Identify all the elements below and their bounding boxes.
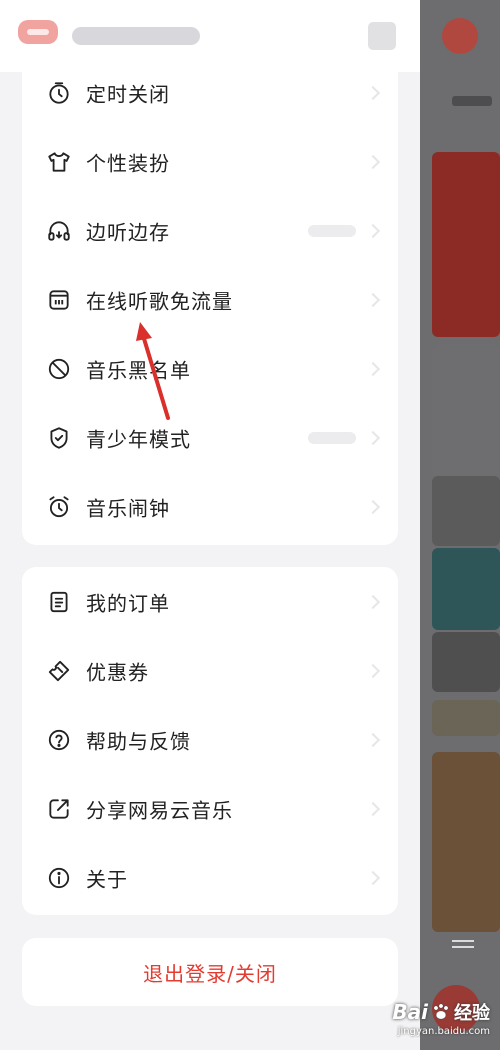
menu-item-label: 关于 [86, 867, 128, 891]
username-blurred[interactable] [72, 27, 200, 45]
menu-item-teen-mode[interactable]: 青少年模式 [22, 403, 398, 472]
menu-item-music-blacklist[interactable]: 音乐黑名单 [22, 334, 398, 403]
chevron-right-icon [365, 292, 381, 307]
vip-badge-icon[interactable] [18, 20, 58, 44]
chevron-right-icon [365, 154, 381, 169]
menu-item-label: 青少年模式 [86, 427, 191, 451]
headphones-icon [46, 218, 72, 244]
chevron-right-icon [365, 594, 381, 609]
help-icon [46, 727, 72, 753]
side-drawer: 定时关闭 个性装扮 边听边存 在线听歌免流量 音乐黑名单 青少年模式 音乐闹钟 … [0, 0, 420, 1050]
chevron-right-icon [365, 732, 381, 747]
menu-item-dress-up[interactable]: 个性装扮 [22, 127, 398, 196]
menu-item-label: 边听边存 [86, 220, 170, 244]
chevron-right-icon [365, 663, 381, 678]
menu-item-label: 音乐闹钟 [86, 496, 170, 520]
logout-close-button[interactable]: 退出登录/关闭 [22, 938, 398, 1006]
background-cover [432, 632, 500, 692]
alarm-clock-icon [46, 494, 72, 520]
watermark-url: jingyan.baidu.com [397, 1026, 490, 1037]
background-cover [432, 152, 500, 337]
background-cover [432, 345, 500, 475]
menu-item-share-app[interactable]: 分享网易云音乐 [22, 774, 398, 843]
setting-value-blurred [308, 431, 356, 444]
background-cover [432, 476, 500, 546]
settings-group-1: 定时关闭 个性装扮 边听边存 在线听歌免流量 音乐黑名单 青少年模式 音乐闹钟 [22, 58, 398, 545]
menu-item-label: 个性装扮 [86, 151, 170, 175]
menu-item-timer-close[interactable]: 定时关闭 [22, 58, 398, 127]
chevron-right-icon [365, 361, 381, 376]
menu-item-label: 分享网易云音乐 [86, 798, 233, 822]
menu-item-coupons[interactable]: 优惠券 [22, 636, 398, 705]
chevron-right-icon [365, 85, 381, 100]
menu-item-label: 我的订单 [86, 591, 170, 615]
menu-item-label: 优惠券 [86, 660, 149, 684]
timer-icon [46, 80, 72, 106]
menu-item-music-alarm[interactable]: 音乐闹钟 [22, 472, 398, 541]
logout-card: 退出登录/关闭 [22, 938, 398, 1006]
coupon-icon [46, 658, 72, 684]
info-icon [46, 865, 72, 891]
tshirt-icon [46, 149, 72, 175]
chevron-right-icon [365, 223, 381, 238]
chevron-right-icon [365, 430, 381, 445]
paw-icon [433, 1003, 449, 1020]
block-icon [46, 356, 72, 382]
background-page [420, 0, 500, 1050]
chevron-right-icon [365, 499, 381, 514]
background-cover [432, 548, 500, 630]
shield-check-icon [46, 425, 72, 451]
background-tab [452, 96, 492, 106]
background-menu-icon [452, 940, 474, 954]
background-cover [432, 752, 500, 932]
setting-value-blurred [308, 224, 356, 237]
background-avatar [442, 18, 478, 54]
menu-item-label: 帮助与反馈 [86, 729, 191, 753]
menu-item-help-feedback[interactable]: 帮助与反馈 [22, 705, 398, 774]
settings-group-2: 我的订单 优惠券 帮助与反馈 分享网易云音乐 关于 [22, 567, 398, 915]
watermark-suffix: 经验 [454, 1003, 490, 1024]
watermark-brand: Bai [392, 1000, 428, 1024]
baidu-watermark: Bai 经验 jingyan.baidu.com [380, 990, 496, 1046]
menu-item-cache-while-listening[interactable]: 边听边存 [22, 196, 398, 265]
menu-item-label: 在线听歌免流量 [86, 289, 233, 313]
document-icon [46, 589, 72, 615]
menu-item-about[interactable]: 关于 [22, 843, 398, 912]
chevron-right-icon [365, 870, 381, 885]
scan-icon[interactable] [368, 22, 396, 50]
annotation-arrow-icon [136, 322, 170, 420]
menu-item-label: 定时关闭 [86, 82, 170, 106]
background-cover [432, 700, 500, 736]
menu-item-my-orders[interactable]: 我的订单 [22, 567, 398, 636]
chevron-right-icon [365, 801, 381, 816]
sim-card-icon [46, 287, 72, 313]
menu-item-free-data[interactable]: 在线听歌免流量 [22, 265, 398, 334]
share-icon [46, 796, 72, 822]
